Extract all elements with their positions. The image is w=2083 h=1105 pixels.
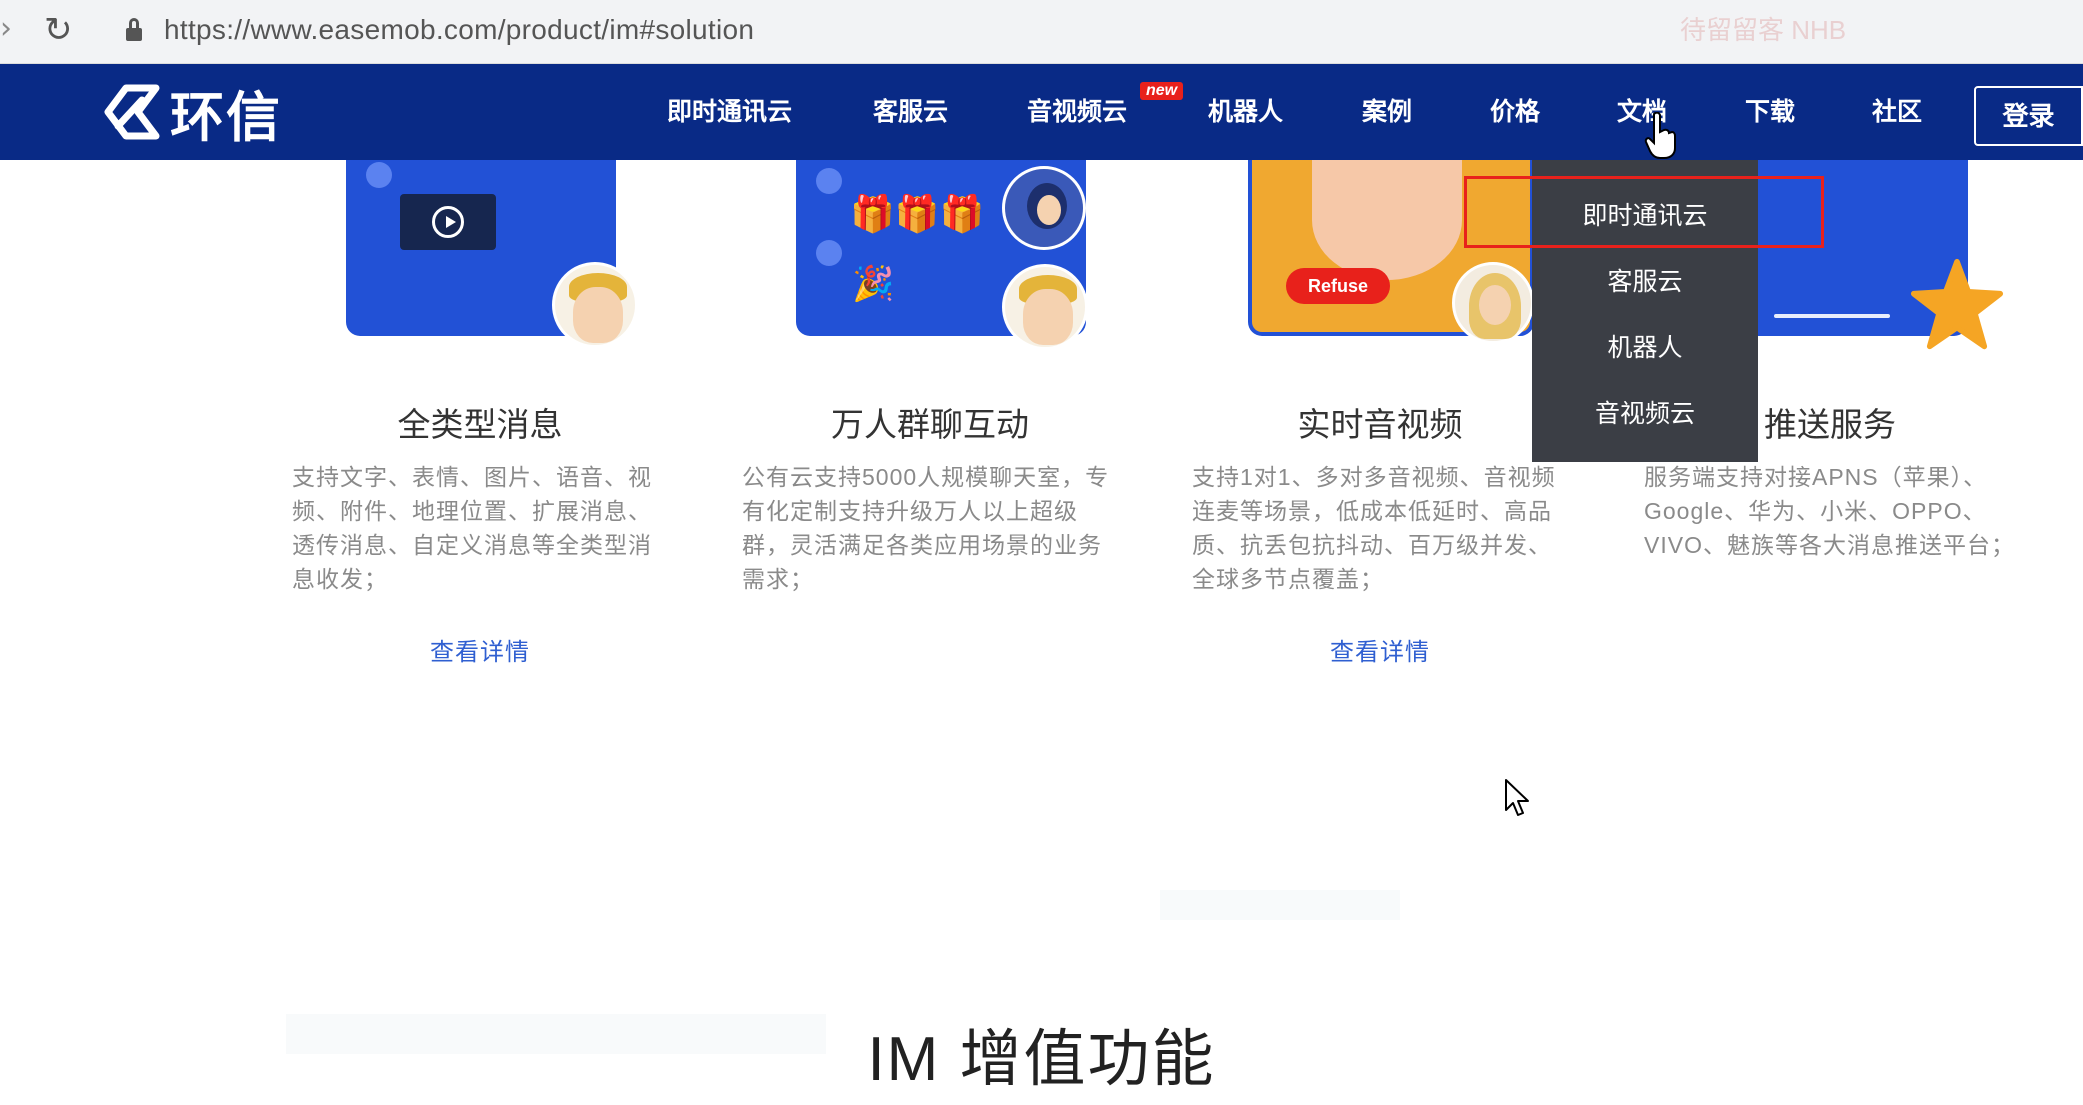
nav-item-pricing[interactable]: 价格 (1490, 94, 1540, 130)
nav-item-cases[interactable]: 案例 (1362, 94, 1412, 130)
nav-item-im-cloud[interactable]: 即时通讯云 (667, 94, 792, 130)
nav-item-community[interactable]: 社区 (1872, 94, 1922, 130)
logo-mark-icon (104, 84, 160, 140)
nav-item-customer-service[interactable]: 客服云 (873, 94, 948, 130)
new-badge: new (1140, 82, 1184, 100)
nav-item-av-cloud[interactable]: 音视频云 (1027, 94, 1127, 130)
caller-avatar (1452, 262, 1534, 344)
user-avatar (552, 262, 638, 348)
reload-icon[interactable]: ↻ (44, 12, 80, 48)
browser-address-bar: › ↻ https://www.easemob.com/product/im#s… (0, 0, 2083, 64)
dropdown-item-customer-service[interactable]: 客服云 (1532, 262, 1758, 298)
refuse-button: Refuse (1286, 268, 1390, 304)
video-message (400, 194, 496, 250)
gift-icon: 🎁🎁🎁 (850, 193, 985, 234)
url-text[interactable]: https://www.easemob.com/product/im#solut… (164, 12, 754, 48)
play-icon (432, 206, 464, 238)
card-details-link[interactable]: 查看详情 (1280, 632, 1480, 667)
card-title: 实时音视频 (1297, 405, 1463, 444)
site-header: 环信 即时通讯云 客服云 音视频云 new 机器人 案例 价格 文档 下载 社区… (0, 64, 2083, 160)
card-description: 支持1对1、多对多音视频、音视频连麦等场景，低成本低延时、高品质、抗丢包抗抖动、… (1192, 464, 1556, 592)
hand-cursor-icon (1644, 112, 1676, 159)
card-title: 万人群聊互动 (831, 405, 1029, 444)
caller-image (1312, 160, 1462, 280)
background-artifact (1160, 890, 1400, 920)
chat-dot (366, 162, 392, 188)
messaging-illustration (346, 160, 638, 348)
card-description: 服务端支持对接APNS（苹果）、Google、华为、小米、OPPO、VIVO、魅… (1644, 464, 2015, 558)
card-description: 支持文字、表情、图片、语音、视频、附件、地理位置、扩展消息、透传消息、自定义消息… (292, 464, 652, 592)
lock-icon (126, 18, 142, 42)
faded-overlay-text: 待留留客 NHB (1680, 15, 1847, 45)
section-title: IM 增值功能 (867, 1025, 1216, 1094)
chat-dot (816, 168, 842, 194)
user-avatar (1002, 264, 1088, 350)
nav-item-robot[interactable]: 机器人 (1208, 94, 1283, 130)
notification-bar (1774, 314, 1890, 318)
card-title: 全类型消息 (397, 405, 563, 444)
back-arrow-icon[interactable]: › (0, 14, 18, 44)
nav-item-download[interactable]: 下载 (1745, 94, 1795, 130)
group-chat-illustration: 🎁🎁🎁 🎉 (796, 160, 1088, 350)
star-icon (1910, 258, 2004, 350)
service-agent-avatar (1002, 166, 1086, 250)
confetti-icon: 🎉 (852, 265, 895, 303)
chat-dot (816, 240, 842, 266)
arrow-cursor-icon (1505, 779, 1529, 816)
card-details-link[interactable]: 查看详情 (380, 632, 580, 667)
logo-text: 环信 (170, 85, 282, 149)
dropdown-item-robot[interactable]: 机器人 (1532, 328, 1758, 364)
site-logo[interactable]: 环信 (98, 82, 282, 149)
dropdown-item-av-cloud[interactable]: 音视频云 (1532, 394, 1758, 430)
login-button[interactable]: 登录 (1974, 86, 2083, 146)
highlight-box (1464, 176, 1824, 248)
card-description: 公有云支持5000人规模聊天室，专有化定制支持升级万人以上超级群，灵活满足各类应… (742, 464, 1110, 592)
